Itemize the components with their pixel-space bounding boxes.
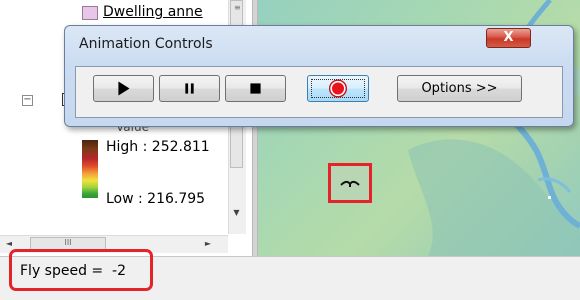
close-button[interactable]: X [486,28,531,48]
legend-color-ramp [82,140,98,198]
layer-name-label[interactable]: Dwelling anne [103,4,203,20]
fly-tool-highlight [328,163,372,203]
play-icon [118,81,130,96]
record-button[interactable] [307,75,369,102]
stop-button[interactable] [225,75,286,102]
scroll-grip-icon: ≡ [234,3,241,12]
pause-button[interactable] [159,75,220,102]
pause-icon [185,83,194,94]
legend-low-label: Low : 216.795 [106,191,206,207]
fly-tool-icon[interactable] [339,173,361,195]
options-button[interactable]: Options >> [397,75,522,102]
fly-speed-readout: Fly speed = -2 [20,263,127,279]
record-icon [328,79,348,98]
scroll-left-arrow-icon[interactable]: ◄ [3,237,15,250]
scroll-down-arrow-icon[interactable]: ▼ [230,206,243,220]
legend-high-label: High : 252.811 [106,139,210,155]
scroll-right-arrow-icon[interactable]: ► [202,237,214,250]
layer-symbol-swatch [82,6,98,20]
window-title: Animation Controls [79,36,213,52]
animation-controls-window: Animation Controls X Options >> [64,25,574,127]
layer-collapse-toggle[interactable]: − [22,95,33,106]
animation-toolbar: Options >> [75,66,563,118]
play-button[interactable] [93,75,154,102]
stop-icon [250,83,261,94]
